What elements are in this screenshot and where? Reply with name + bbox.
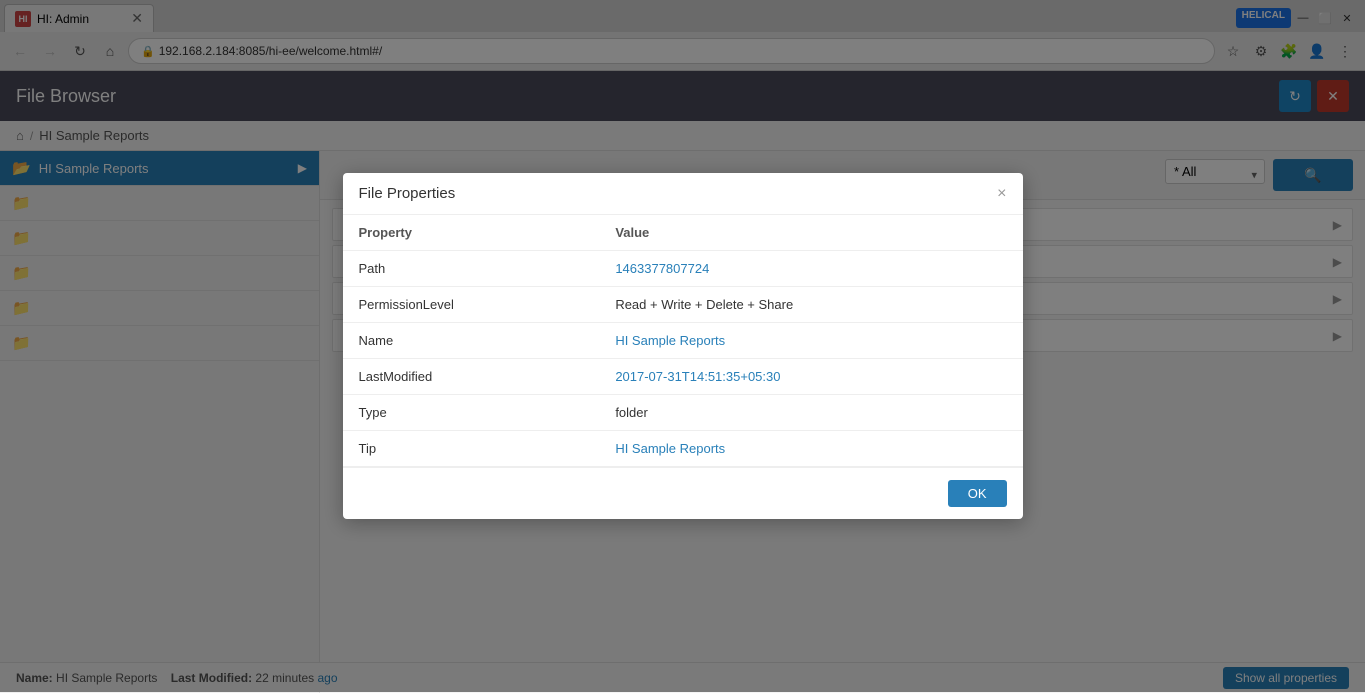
table-row: LastModified 2017-07-31T14:51:35+05:30 [343,359,1023,395]
prop-name: Type [343,395,600,431]
prop-value: HI Sample Reports [599,323,1022,359]
prop-name: Name [343,323,600,359]
prop-name: Tip [343,431,600,467]
table-row: Type folder [343,395,1023,431]
prop-name: Path [343,251,600,287]
prop-value: Read + Write + Delete + Share [599,287,1022,323]
prop-name: LastModified [343,359,600,395]
modal-close-button[interactable]: × [997,186,1006,202]
prop-name: PermissionLevel [343,287,600,323]
table-row: PermissionLevel Read + Write + Delete + … [343,287,1023,323]
table-row: Name HI Sample Reports [343,323,1023,359]
modal-header: File Properties × [343,173,1023,215]
file-properties-modal: File Properties × Property Value Path 14… [343,173,1023,519]
table-row: Path 1463377807724 [343,251,1023,287]
prop-value: folder [599,395,1022,431]
modal-overlay: File Properties × Property Value Path 14… [0,0,1365,692]
prop-value: HI Sample Reports [599,431,1022,467]
table-row: Tip HI Sample Reports [343,431,1023,467]
prop-value: 1463377807724 [599,251,1022,287]
col-value: Value [599,215,1022,251]
modal-footer: OK [343,467,1023,519]
modal-title: File Properties [359,185,456,202]
prop-value: 2017-07-31T14:51:35+05:30 [599,359,1022,395]
modal-body: Property Value Path 1463377807724 Permis… [343,215,1023,467]
properties-table: Property Value Path 1463377807724 Permis… [343,215,1023,467]
ok-button[interactable]: OK [948,480,1007,507]
col-property: Property [343,215,600,251]
